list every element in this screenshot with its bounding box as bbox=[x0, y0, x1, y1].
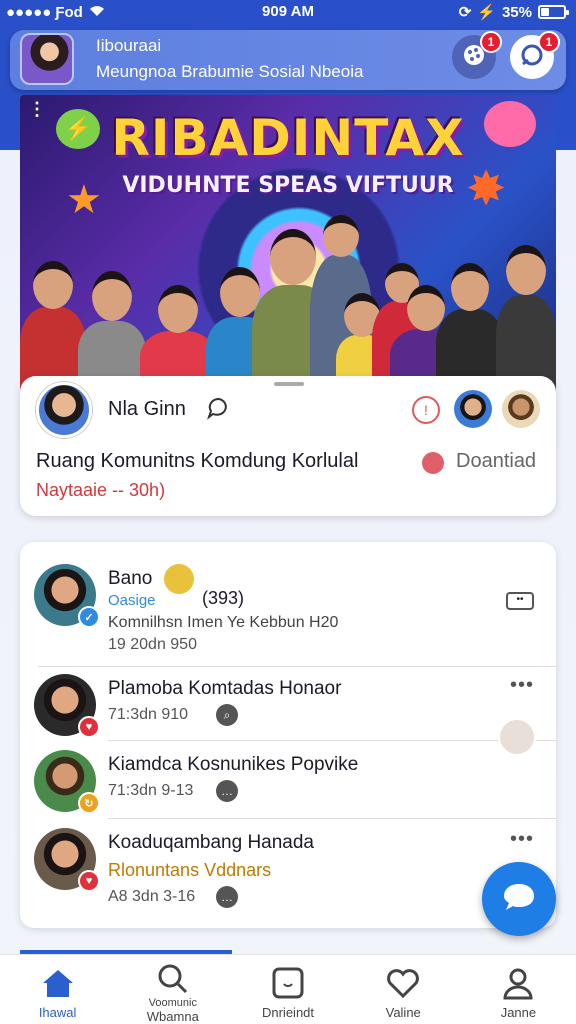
community-list: ✓ Bano Oasige (393) Komnilhsn Imen Ye Ke… bbox=[20, 542, 556, 928]
drag-handle[interactable] bbox=[274, 382, 304, 386]
host-avatar[interactable] bbox=[36, 382, 92, 438]
nav-search[interactable]: Voomunic Wbamna bbox=[115, 955, 230, 1024]
status-badge: ♥ bbox=[78, 870, 100, 892]
list-item[interactable]: ♥ Plamoba Komtadas Honaor 71:3dn 910 ⌕ •… bbox=[20, 666, 556, 742]
list-item-title: Bano bbox=[108, 568, 153, 589]
gift-sticker-icon[interactable] bbox=[498, 718, 536, 756]
home-icon bbox=[40, 965, 76, 1001]
search-icon: ⌕ bbox=[216, 704, 238, 726]
community-banner[interactable]: ⋮ ⚡ ★ ✸ RIBADINTAX VIDUHNTE SPEAS VIFTUU… bbox=[20, 95, 556, 395]
banner-title: RIBADINTAX bbox=[111, 109, 465, 167]
chat-icon: … bbox=[216, 780, 238, 802]
download-button[interactable]: Doantiad bbox=[456, 450, 536, 473]
nav-home-label: Ihawal bbox=[38, 1005, 77, 1020]
header-subtitle: Meungnoa Brabumie Sosial Nbeoia bbox=[96, 62, 364, 81]
chat-bubble-icon bbox=[501, 881, 537, 918]
divider bbox=[108, 740, 556, 741]
calendar-icon bbox=[270, 965, 306, 1001]
list-item-tag: Oasige bbox=[108, 592, 156, 609]
status-badge: ✓ bbox=[78, 606, 100, 628]
list-item-time: A8 3dn 3-16 bbox=[108, 888, 196, 905]
user-icon bbox=[500, 965, 536, 1001]
nav-likes-label: Valine bbox=[385, 1005, 421, 1020]
member-count: (393) bbox=[202, 588, 245, 608]
list-item[interactable]: ✓ Bano Oasige (393) Komnilhsn Imen Ye Ke… bbox=[20, 542, 556, 666]
bottom-navigation: Ihawal Voomunic Wbamna Dnrieindt Valine … bbox=[0, 954, 576, 1024]
nav-search-label: Voomunic Wbamna bbox=[115, 997, 230, 1023]
new-chat-fab[interactable] bbox=[482, 862, 556, 936]
list-item-time: 71:3dn 9-13 bbox=[108, 782, 194, 799]
heart-icon bbox=[385, 965, 421, 1001]
list-item[interactable]: ↻ Kiamdca Kosnunikes Popvike 71:3dn 9-13… bbox=[20, 742, 556, 822]
list-avatar: ✓ bbox=[34, 564, 100, 628]
nav-home[interactable]: Ihawal bbox=[0, 955, 115, 1024]
profile-avatar[interactable] bbox=[20, 33, 74, 85]
nav-profile[interactable]: Janne bbox=[461, 955, 576, 1024]
more-options-icon[interactable]: ••• bbox=[510, 674, 534, 697]
participant-avatar[interactable] bbox=[502, 390, 540, 428]
settings-button[interactable]: 1 bbox=[452, 31, 502, 79]
featured-room-card[interactable]: Nla Ginn ! Ruang Komunitns Komdung Korlu… bbox=[20, 376, 556, 516]
info-icon[interactable]: ! bbox=[412, 396, 440, 424]
chat-button[interactable]: 1 bbox=[510, 31, 560, 79]
list-item[interactable]: ♥ Koaduqambang Hanada Rlonuntans Vddnars… bbox=[20, 820, 556, 928]
list-item-subtitle: Komnilhsn Imen Ye Kebbun H20 bbox=[108, 614, 339, 631]
status-badge: ↻ bbox=[78, 792, 100, 814]
list-avatar: ♥ bbox=[34, 674, 100, 738]
status-badge: ♥ bbox=[78, 716, 100, 738]
rotation-lock-icon: ⟳ bbox=[458, 4, 472, 21]
nav-search-label-bottom: Wbamna bbox=[146, 1009, 199, 1024]
status-right: ⟳ ⚡ 35% bbox=[458, 3, 569, 21]
room-title: Ruang Komunitns Komdung Korlulal bbox=[36, 450, 359, 472]
search-icon bbox=[155, 961, 191, 997]
nav-events[interactable]: Dnrieindt bbox=[230, 955, 345, 1024]
list-item-title: Koaduqambang Hanada bbox=[108, 832, 315, 853]
battery-icon bbox=[538, 5, 569, 19]
chat-icon: … bbox=[216, 886, 238, 908]
settings-notification-badge: 1 bbox=[480, 31, 502, 53]
more-options-icon[interactable]: •• bbox=[506, 592, 534, 610]
list-item-time: 71:3dn 910 bbox=[108, 706, 189, 723]
nav-search-label-top: Voomunic bbox=[148, 997, 197, 1009]
list-item-title: Kiamdca Kosnunikes Popvike bbox=[108, 754, 359, 775]
banner-group-photo bbox=[20, 195, 556, 395]
list-item-time: 19 20dn 950 bbox=[108, 636, 197, 653]
room-meta: Naytaaie -- 30h) bbox=[36, 480, 166, 500]
list-avatar: ♥ bbox=[34, 828, 100, 892]
divider bbox=[108, 818, 556, 819]
nav-profile-label: Janne bbox=[500, 1005, 537, 1020]
status-bar: ●●●●● Ƒod 909 AM ⟳ ⚡ 35% bbox=[0, 0, 576, 26]
emoji-sticker-icon bbox=[164, 564, 194, 594]
list-item-subtitle: Rlonuntans Vddnars bbox=[108, 860, 272, 880]
header-titles: Iibouraai Meungnoa Brabumie Sosial Nbeoi… bbox=[96, 36, 363, 82]
list-item-title: Plamoba Komtadas Honaor bbox=[108, 678, 342, 699]
bolt-icon: ⚡ bbox=[477, 4, 496, 21]
nav-likes[interactable]: Valine bbox=[346, 955, 461, 1024]
speech-bubble-icon[interactable] bbox=[206, 396, 232, 426]
participant-avatar[interactable] bbox=[454, 390, 492, 428]
heart-icon bbox=[422, 452, 444, 474]
header-title: Iibouraai bbox=[96, 36, 162, 55]
battery-percent: 35% bbox=[501, 3, 532, 21]
host-name: Nla Ginn bbox=[108, 398, 186, 420]
list-avatar: ↻ bbox=[34, 750, 100, 814]
battery-level bbox=[541, 8, 549, 16]
chat-notification-badge: 1 bbox=[538, 31, 560, 53]
more-options-icon[interactable]: ••• bbox=[510, 828, 534, 851]
nav-events-label: Dnrieindt bbox=[261, 1005, 315, 1020]
app-header: Iibouraai Meungnoa Brabumie Sosial Nbeoi… bbox=[10, 30, 566, 90]
